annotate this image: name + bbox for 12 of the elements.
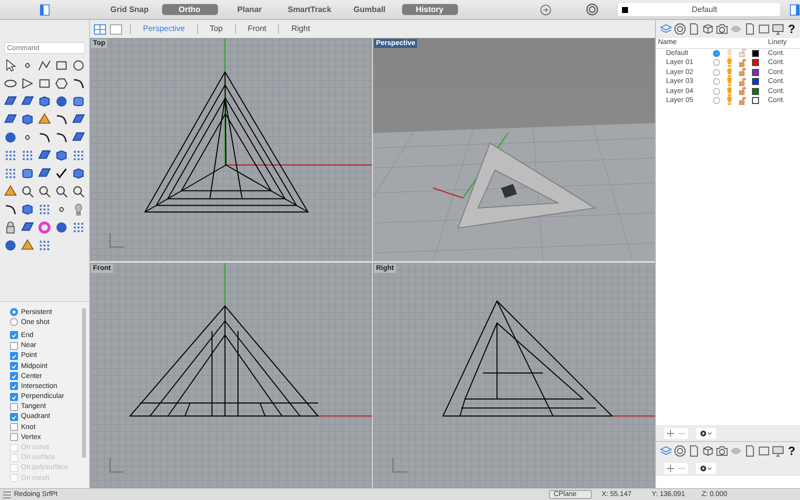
help-button[interactable]: ? — [788, 444, 796, 458]
toggle-button[interactable]: Gumball — [342, 4, 398, 15]
viewport-tab[interactable]: Front — [234, 24, 278, 34]
toggle-button[interactable]: Planar — [222, 4, 278, 15]
toggle-button[interactable]: Grid Snap — [102, 4, 158, 15]
toggle-button[interactable]: SmartTrack — [282, 4, 338, 15]
toggle-button[interactable]: History — [402, 4, 458, 15]
viewport-tab[interactable]: Right — [278, 24, 322, 34]
layer-dropdown[interactable]: Default — [618, 3, 780, 16]
help-button[interactable]: ? — [788, 22, 796, 36]
viewport-tab[interactable]: Top — [196, 24, 235, 34]
toggle-button[interactable]: Ortho — [162, 4, 218, 15]
